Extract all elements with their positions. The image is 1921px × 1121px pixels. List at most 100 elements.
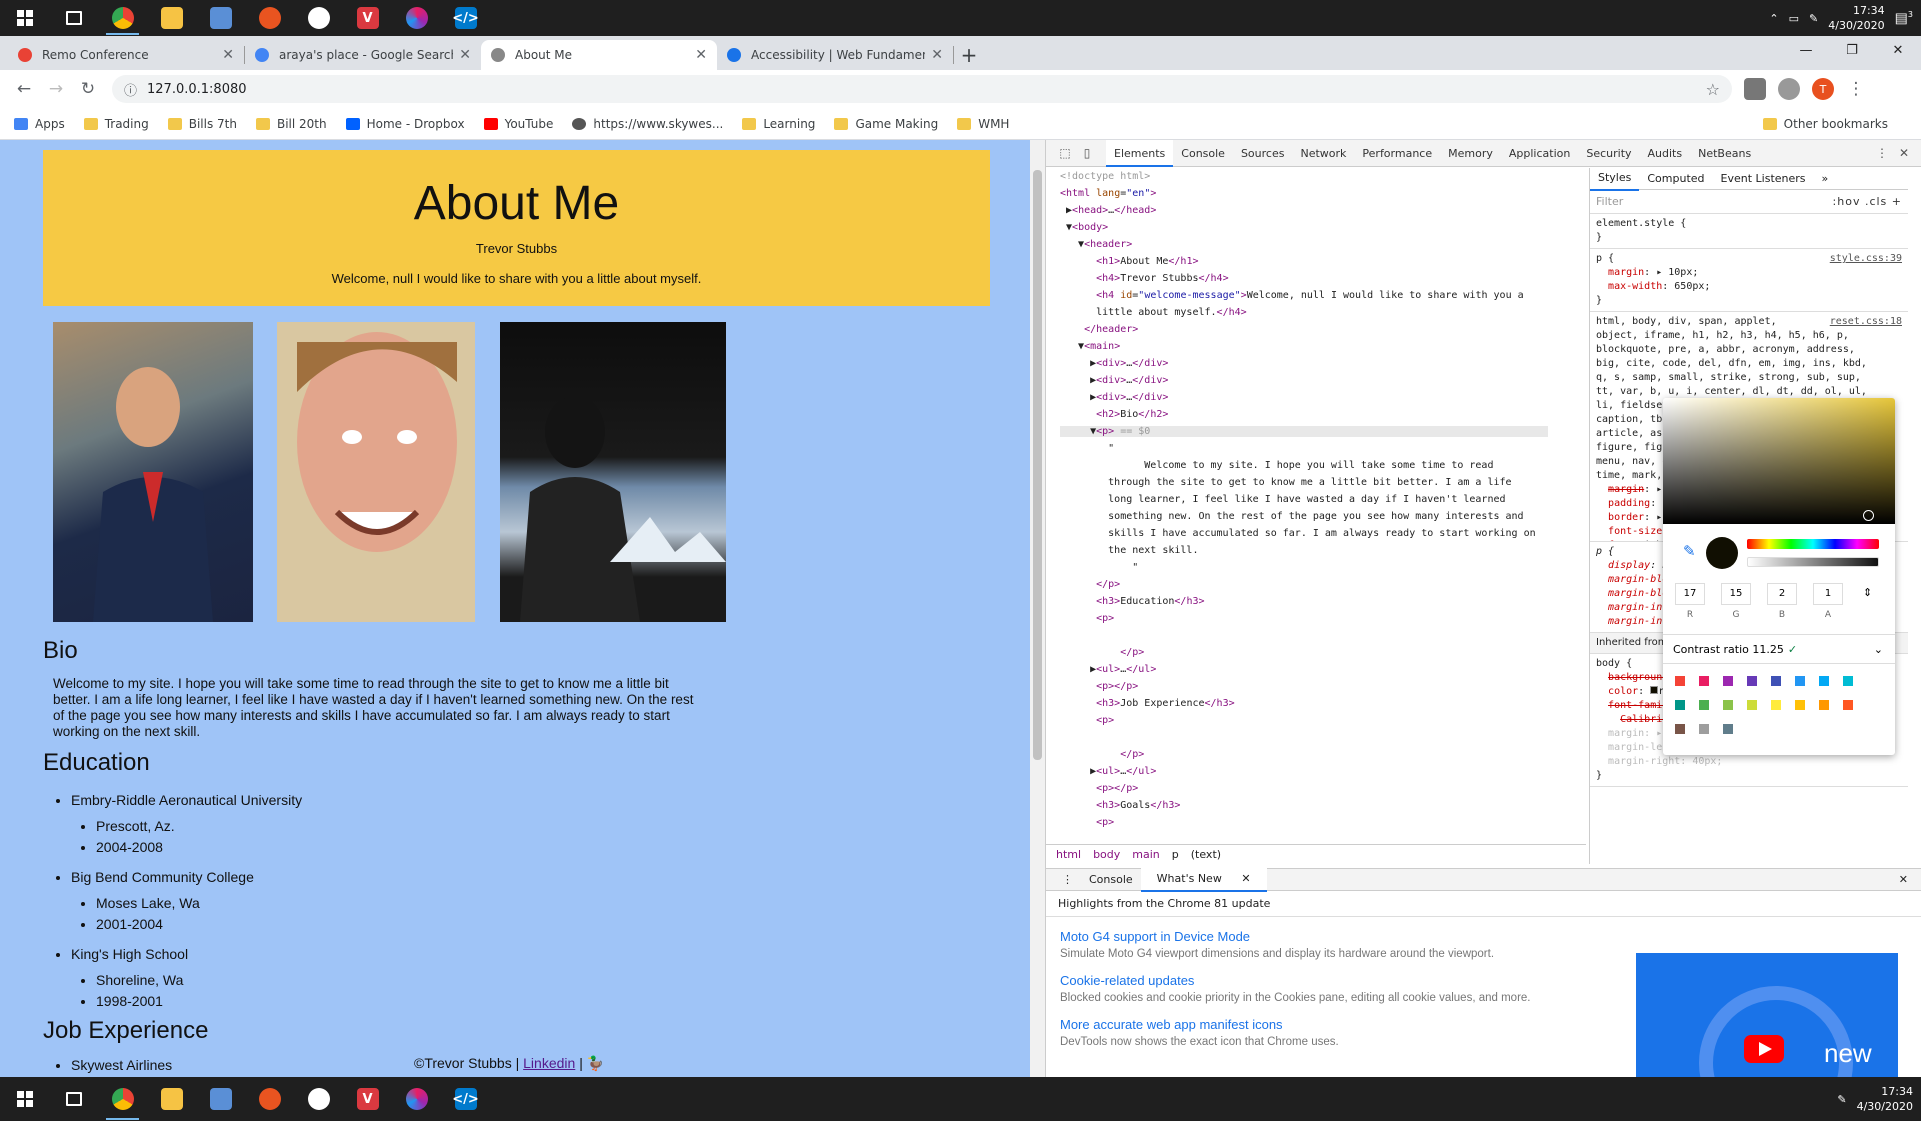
element-style-rule[interactable]: element.style {} <box>1590 214 1908 249</box>
back-icon[interactable]: ← <box>8 79 40 99</box>
close-window-icon[interactable]: ✕ <box>1875 36 1921 64</box>
picker-handle-icon[interactable] <box>1863 510 1874 521</box>
hue-slider[interactable] <box>1747 539 1879 549</box>
chrome-taskbar-icon[interactable] <box>98 1077 147 1121</box>
device-toolbar-icon[interactable]: ▯ <box>1076 146 1098 160</box>
palette-swatch[interactable] <box>1771 700 1781 710</box>
tab-network[interactable]: Network <box>1292 140 1354 167</box>
vscode-icon[interactable]: </> <box>441 0 490 36</box>
tab-styles[interactable]: Styles <box>1590 168 1640 191</box>
palette-swatch[interactable] <box>1723 676 1733 686</box>
close-icon[interactable]: ✕ <box>222 47 234 63</box>
windows-start-icon[interactable] <box>0 1077 49 1121</box>
tab-accessibility[interactable]: Accessibility | Web Fundamenta ✕ <box>717 40 953 70</box>
styles-filter[interactable]: Filter :hov .cls + <box>1590 190 1908 214</box>
bookmark-trading[interactable]: Trading <box>83 117 149 131</box>
reload-icon[interactable]: ↻ <box>72 79 104 99</box>
devtools-close-icon[interactable]: ✕ <box>1893 146 1915 160</box>
tab-netbeans[interactable]: NetBeans <box>1690 140 1759 167</box>
windows-start-icon[interactable] <box>0 0 49 36</box>
clock[interactable]: 17:34 4/30/2020 <box>1828 3 1884 33</box>
drawer-close-icon[interactable]: ✕ <box>1891 869 1916 891</box>
palette-swatch[interactable] <box>1795 676 1805 686</box>
task-view-icon[interactable] <box>49 0 98 36</box>
palette-swatch[interactable] <box>1723 700 1733 710</box>
drawer-tab-whats-new[interactable]: What's New ✕ <box>1140 867 1267 892</box>
filter-input[interactable]: Filter <box>1596 195 1623 208</box>
file-explorer-icon[interactable] <box>147 0 196 36</box>
slack-icon[interactable] <box>294 1077 343 1121</box>
palette-swatch[interactable] <box>1675 676 1685 686</box>
menu-kebab-icon[interactable]: ⋮ <box>1840 79 1872 99</box>
elements-tree[interactable]: <!doctype html> <html lang="en"> ▶<head>… <box>1046 168 1586 838</box>
palette-swatch[interactable] <box>1771 676 1781 686</box>
tab-elements[interactable]: Elements <box>1106 139 1174 167</box>
extension-icon[interactable] <box>1778 78 1800 100</box>
palette-swatch[interactable] <box>1675 724 1685 734</box>
bookmark-apps[interactable]: Apps <box>14 117 65 131</box>
tab-performance[interactable]: Performance <box>1354 140 1440 167</box>
other-bookmarks[interactable]: Other bookmarks <box>1762 108 1888 140</box>
tab-event-listeners[interactable]: Event Listeners <box>1713 168 1814 190</box>
linkedin-link[interactable]: Linkedin <box>523 1055 575 1071</box>
palette-swatch[interactable] <box>1747 676 1757 686</box>
palette-swatch[interactable] <box>1699 724 1709 734</box>
palette-swatch[interactable] <box>1747 700 1757 710</box>
format-toggle-icon[interactable]: ⇕ <box>1863 586 1872 599</box>
bookmark-youtube[interactable]: YouTube <box>483 117 553 131</box>
filter-tools[interactable]: :hov .cls + <box>1833 195 1902 208</box>
bookmark-bill-20th[interactable]: Bill 20th <box>255 117 327 131</box>
palette-swatch[interactable] <box>1723 724 1733 734</box>
tab-computed[interactable]: Computed <box>1639 168 1712 190</box>
new-tab-button[interactable]: + <box>954 40 984 70</box>
close-icon[interactable]: ✕ <box>1233 872 1258 885</box>
crumb-p[interactable]: p <box>1172 848 1179 861</box>
tab-google-search[interactable]: araya's place - Google Search ✕ <box>245 40 481 70</box>
crumb-body[interactable]: body <box>1093 848 1120 861</box>
palette-swatch[interactable] <box>1795 700 1805 710</box>
more-tabs-chevron[interactable]: » <box>1814 168 1837 190</box>
minimize-icon[interactable]: — <box>1783 36 1829 64</box>
green-field[interactable]: 15 <box>1721 583 1751 605</box>
network-icon[interactable]: ▭ <box>1789 12 1799 25</box>
inspect-element-icon[interactable]: ⬚ <box>1054 146 1076 160</box>
drawer-menu-icon[interactable]: ⋮ <box>1054 869 1081 891</box>
bookmark-learning[interactable]: Learning <box>742 117 815 131</box>
alpha-field[interactable]: 1 <box>1813 583 1843 605</box>
pen-icon[interactable]: ✎ <box>1837 1093 1846 1106</box>
vscode-icon[interactable]: </> <box>441 1077 490 1121</box>
close-icon[interactable]: ✕ <box>695 47 707 63</box>
app-icon[interactable] <box>196 1077 245 1121</box>
crumb-main[interactable]: main <box>1132 848 1159 861</box>
tab-about-me[interactable]: About Me ✕ <box>481 40 717 70</box>
palette-swatch[interactable] <box>1699 700 1709 710</box>
extension-shield-icon[interactable] <box>1744 78 1766 100</box>
palette-swatch[interactable] <box>1675 700 1685 710</box>
ubuntu-icon[interactable] <box>245 0 294 36</box>
slack-icon[interactable] <box>294 0 343 36</box>
tab-sources[interactable]: Sources <box>1233 140 1293 167</box>
tab-console[interactable]: Console <box>1173 140 1233 167</box>
forward-icon[interactable]: → <box>40 79 72 99</box>
app-colorful-icon[interactable] <box>392 1077 441 1121</box>
crumb-html[interactable]: html <box>1056 848 1081 861</box>
bookmark-skywest[interactable]: https://www.skywes... <box>572 117 723 131</box>
task-view-icon[interactable] <box>49 1077 98 1121</box>
pen-icon[interactable]: ✎ <box>1809 12 1818 25</box>
profile-avatar[interactable]: T <box>1812 78 1834 100</box>
restore-icon[interactable]: ❐ <box>1829 36 1875 64</box>
contrast-ratio[interactable]: Contrast ratio 11.25 ✓ ⌄ <box>1663 634 1895 664</box>
palette-swatch[interactable] <box>1699 676 1709 686</box>
bookmark-game-making[interactable]: Game Making <box>834 117 938 131</box>
whats-new-video-thumbnail[interactable]: new <box>1636 953 1898 1121</box>
palette-swatch[interactable] <box>1843 676 1853 686</box>
crumb-text[interactable]: (text) <box>1191 848 1221 861</box>
devtools-more-menu-icon[interactable]: ⋮ <box>1871 146 1893 160</box>
whats-new-link[interactable]: Moto G4 support in Device Mode <box>1060 929 1921 944</box>
tab-memory[interactable]: Memory <box>1440 140 1501 167</box>
info-icon[interactable]: ⓘ <box>124 80 137 99</box>
expressvpn-icon[interactable]: V <box>343 1077 392 1121</box>
tab-remo[interactable]: Remo Conference ✕ <box>8 40 244 70</box>
palette-swatch[interactable] <box>1843 700 1853 710</box>
close-icon[interactable]: ✕ <box>931 47 943 63</box>
